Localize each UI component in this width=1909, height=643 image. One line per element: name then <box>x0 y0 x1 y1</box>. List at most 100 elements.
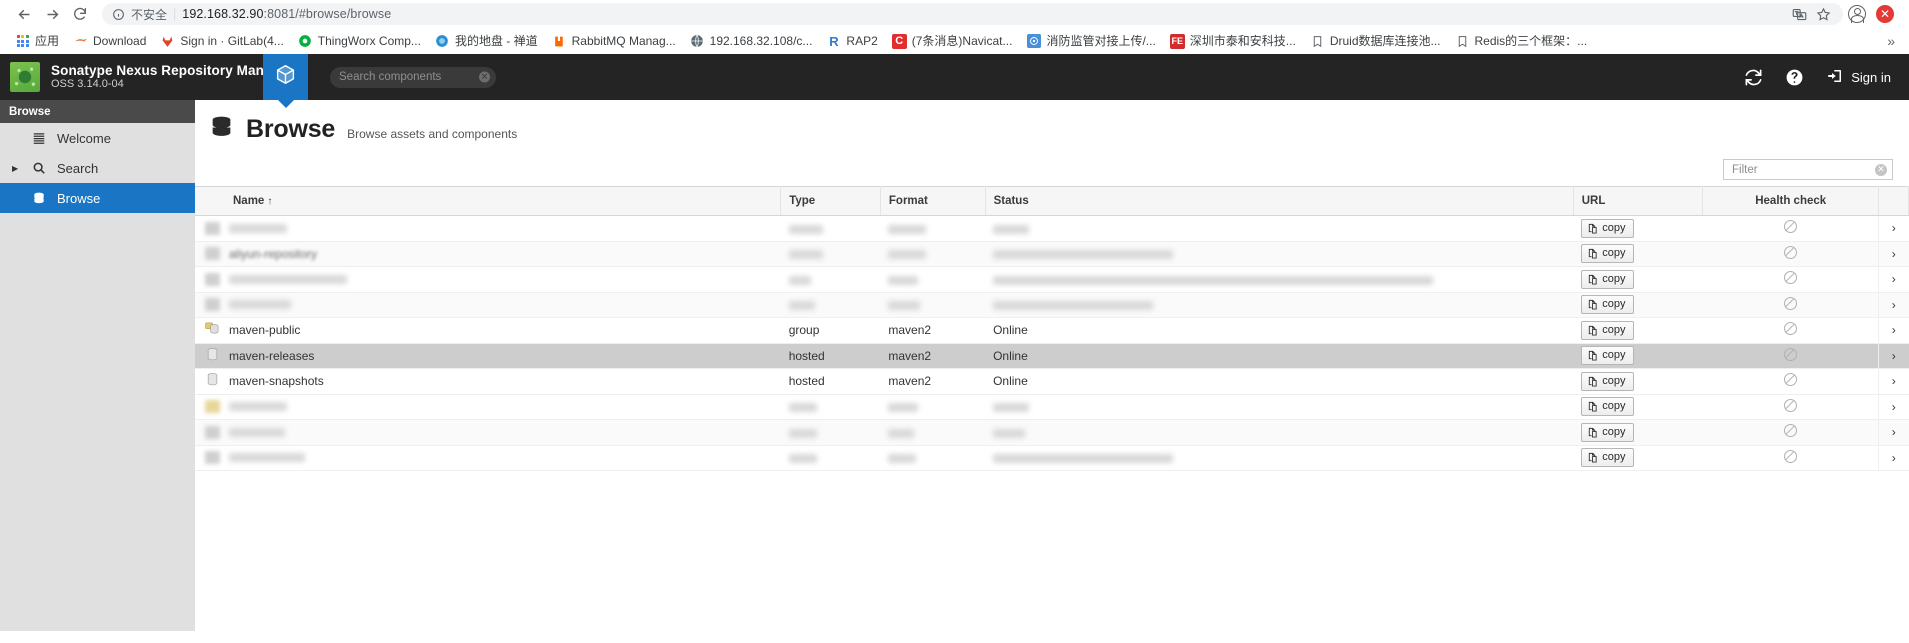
cell-type <box>780 394 881 420</box>
clear-icon[interactable]: ✕ <box>1875 163 1887 176</box>
sidebar-item-browse[interactable]: Browse <box>0 183 195 213</box>
help-icon[interactable] <box>1785 68 1804 87</box>
bookmark-thingworx[interactable]: ThingWorx Comp... <box>291 30 428 52</box>
cell-status: Online <box>985 368 1574 395</box>
table-row[interactable]: copy › <box>195 292 1909 318</box>
page-subtitle: Browse assets and components <box>347 127 518 141</box>
no-entry-icon <box>1783 271 1797 285</box>
copy-button[interactable]: copy <box>1581 320 1634 340</box>
sidebar-item-welcome[interactable]: Welcome <box>0 123 195 153</box>
search-input-text: Search components <box>339 71 442 83</box>
globe-icon <box>690 34 705 49</box>
cell-url: copy <box>1573 215 1703 242</box>
download-icon <box>73 34 88 49</box>
cell-url: copy <box>1573 445 1703 471</box>
app-body: Browse Welcome ▶ Search Browse Browse Br… <box>0 100 1909 631</box>
row-expand-chevron[interactable]: › <box>1878 266 1909 293</box>
bookmark-label: Druid数据库连接池... <box>1329 34 1441 48</box>
bookmark-redis[interactable]: Redis的三个框架：... <box>1448 30 1595 52</box>
bookmark-druid[interactable]: Druid数据库连接池... <box>1303 30 1448 52</box>
table-row[interactable]: copy › <box>195 394 1909 420</box>
translate-icon[interactable] <box>1789 4 1809 24</box>
table-row[interactable]: copy › <box>195 419 1909 446</box>
address-bar[interactable]: 不安全 | 192.168.32.90:8081/#browse/browse <box>102 3 1843 25</box>
row-expand-chevron[interactable]: › <box>1878 368 1909 395</box>
row-expand-chevron[interactable]: › <box>1878 317 1909 344</box>
row-expand-chevron[interactable]: › <box>1878 445 1909 471</box>
clear-icon[interactable]: ✕ <box>479 71 490 83</box>
expand-caret-icon[interactable]: ▶ <box>12 164 21 173</box>
bookmark-label: 192.168.32.108/c... <box>709 34 813 48</box>
column-header-url[interactable]: URL <box>1573 186 1704 216</box>
profile-icon[interactable] <box>1843 0 1871 28</box>
table-row[interactable]: maven-releases hosted maven2 Online copy… <box>195 343 1909 369</box>
blur-icon <box>205 425 220 439</box>
column-header-format[interactable]: Format <box>880 186 986 216</box>
app-title: Sonatype Nexus Repository Manager <box>51 62 293 78</box>
table-row[interactable]: copy › <box>195 266 1909 293</box>
bookmark-label: 应用 <box>35 34 60 48</box>
copy-button[interactable]: copy <box>1581 218 1634 238</box>
row-expand-chevron[interactable]: › <box>1878 215 1909 242</box>
column-header-name[interactable]: Name ↑ <box>195 186 782 216</box>
cell-format <box>880 419 986 446</box>
bookmark-rap2[interactable]: R RAP2 <box>819 30 884 52</box>
copy-button[interactable]: copy <box>1581 397 1634 417</box>
sidebar-item-search[interactable]: ▶ Search <box>0 153 195 183</box>
row-expand-chevron[interactable]: › <box>1878 241 1909 267</box>
blur-icon <box>205 298 220 312</box>
clipboard-icon <box>1589 325 1597 336</box>
bookmark-download[interactable]: Download <box>66 30 153 52</box>
browse-tab-indicator[interactable] <box>263 54 308 100</box>
bookmark-xiaofang[interactable]: 消防监管对接上传/... <box>1019 30 1162 52</box>
star-icon[interactable] <box>1813 4 1833 24</box>
column-header-status[interactable]: Status <box>985 186 1574 216</box>
copy-button[interactable]: copy <box>1581 346 1634 366</box>
no-entry-icon <box>1783 322 1797 336</box>
cell-status <box>985 215 1574 242</box>
filter-input[interactable]: Filter ✕ <box>1723 159 1893 180</box>
bookmark-navicat[interactable]: C (7条消息)Navicat... <box>885 30 1020 52</box>
row-expand-chevron[interactable]: › <box>1878 394 1909 420</box>
table-row[interactable]: aliyun-repository copy › <box>195 241 1909 267</box>
bookmark-taihean[interactable]: FE 深圳市泰和安科技... <box>1163 30 1303 52</box>
clipboard-icon <box>1589 376 1597 387</box>
table-row[interactable]: copy › <box>195 445 1909 471</box>
bookmarks-overflow-button[interactable]: » <box>1887 33 1901 49</box>
table-row[interactable]: maven-snapshots hosted maven2 Online cop… <box>195 368 1909 395</box>
cell-health-check <box>1702 419 1879 446</box>
table-row[interactable]: maven-public group maven2 Online copy › <box>195 317 1909 344</box>
blur-icon <box>205 272 220 286</box>
bookmark-apps[interactable]: 应用 <box>8 30 66 52</box>
back-arrow-icon[interactable] <box>10 0 38 28</box>
extension-icon[interactable]: ✕ <box>1871 0 1899 28</box>
reload-icon[interactable] <box>66 0 94 28</box>
copy-button[interactable]: copy <box>1581 422 1634 442</box>
copy-button[interactable]: copy <box>1581 371 1634 391</box>
taihean-icon: FE <box>1169 33 1185 49</box>
sign-in-button[interactable]: Sign in <box>1826 67 1891 88</box>
refresh-icon[interactable] <box>1744 68 1763 87</box>
forward-arrow-icon[interactable] <box>38 0 66 28</box>
copy-button[interactable]: copy <box>1581 295 1634 315</box>
bookmark-gitlab[interactable]: Sign in · GitLab(4... <box>153 30 290 52</box>
row-expand-chevron[interactable]: › <box>1878 343 1909 369</box>
copy-button[interactable]: copy <box>1581 269 1634 289</box>
row-expand-chevron[interactable]: › <box>1878 292 1909 318</box>
column-header-type[interactable]: Type <box>780 186 881 216</box>
table-row[interactable]: copy › <box>195 215 1909 242</box>
row-expand-chevron[interactable]: › <box>1878 419 1909 446</box>
search-components-input[interactable]: Search components ✕ <box>330 66 496 88</box>
cell-type <box>780 215 881 242</box>
cell-status <box>985 394 1574 420</box>
bookmark-icon <box>1455 34 1470 49</box>
bookmark-host-108[interactable]: 192.168.32.108/c... <box>683 30 820 52</box>
bookmark-rabbitmq[interactable]: RabbitMQ Manag... <box>545 30 683 52</box>
column-header-health-check[interactable]: Health check <box>1702 186 1880 216</box>
copy-button[interactable]: copy <box>1581 244 1634 264</box>
clipboard-icon <box>1589 274 1597 285</box>
bookmark-zentao[interactable]: 我的地盘 - 禅道 <box>428 30 545 52</box>
copy-button[interactable]: copy <box>1581 448 1634 468</box>
app-brand[interactable]: Sonatype Nexus Repository Manager OSS 3.… <box>0 54 293 100</box>
filter-row: Filter ✕ <box>195 155 1909 186</box>
